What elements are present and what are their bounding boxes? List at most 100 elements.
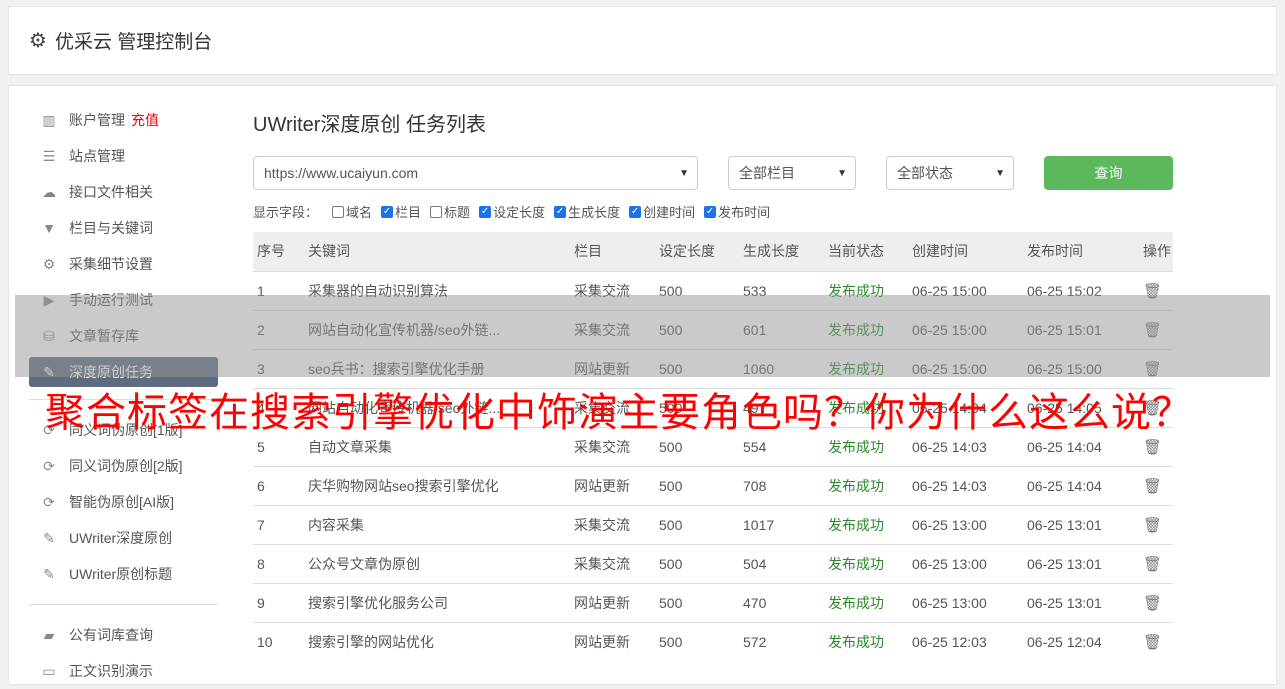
sidebar-item[interactable]: ▰ 公有词库查询 <box>29 617 218 653</box>
table-cell: 06-25 13:00 <box>908 504 1023 544</box>
column-header: 创建时间 <box>908 232 1023 271</box>
table-cell: 10 <box>253 621 304 661</box>
sidebar-item[interactable]: ⚙ 采集细节设置 <box>29 246 218 282</box>
status-select[interactable]: 全部状态 ▼ <box>886 156 1014 190</box>
table-cell: 504 <box>739 543 824 583</box>
checkbox[interactable] <box>430 205 443 218</box>
site-select-value: https://www.ucaiyun.com <box>264 165 419 181</box>
trash-icon[interactable]: 🗑 <box>1143 556 1162 573</box>
table-cell: 06-25 14:04 <box>1023 465 1139 505</box>
checkbox-label: 设定长度 <box>493 205 546 220</box>
table-cell: 发布成功 <box>824 582 908 622</box>
sidebar-item-label: UWriter原创标题 <box>69 566 173 582</box>
checkbox-label: 生成长度 <box>568 205 621 220</box>
trash-icon[interactable]: 🗑 <box>1143 595 1162 612</box>
table-row: 10 搜索引擎的网站优化 网站更新 500 572 发布成功 06-25 12:03 06-2… <box>253 621 1173 661</box>
page-title: UWriter深度原创 任务列表 <box>253 114 486 136</box>
table-cell: 500 <box>655 582 739 622</box>
trash-icon[interactable]: 🗑 <box>1143 634 1162 651</box>
delete-cell: 🗑 <box>1139 543 1173 583</box>
checkbox-label: 创建时间 <box>643 205 696 220</box>
table-row: 8 公众号文章伪原创 采集交流 500 504 发布成功 06-25 13:00 06-25 … <box>253 543 1173 583</box>
checkbox[interactable]: ✓ <box>381 205 394 218</box>
table-cell: 网站更新 <box>570 621 655 661</box>
overlay-band <box>15 295 1270 377</box>
chevron-down-icon: ▼ <box>679 167 689 179</box>
table-cell: 网站更新 <box>570 465 655 505</box>
gear-icon: ⚙ <box>29 30 47 52</box>
checkbox[interactable]: ✓ <box>479 205 492 218</box>
delete-cell: 🗑 <box>1139 621 1173 661</box>
sidebar-item[interactable]: ⟳ 智能伪原创[AI版] <box>29 484 218 520</box>
sidebar-item-label: 账户管理 <box>69 112 125 128</box>
field-checkbox[interactable]: ✓ 栏目 <box>381 202 421 221</box>
field-checkbox[interactable]: ✓ 发布时间 <box>704 202 770 221</box>
app-title: 优采云 管理控制台 <box>54 32 213 53</box>
sidebar-item[interactable]: ☰ 站点管理 <box>29 138 218 174</box>
sidebar-item[interactable]: ⟳ 同义词伪原创[2版] <box>29 448 218 484</box>
refresh-icon: ⟳ <box>43 457 55 474</box>
field-checkbox[interactable]: ✓ 生成长度 <box>554 202 620 221</box>
table-cell: 06-25 13:01 <box>1023 504 1139 544</box>
table-row: 7 内容采集 采集交流 500 1017 发布成功 06-25 13:00 06-25 13:… <box>253 504 1173 544</box>
table-cell: 500 <box>655 543 739 583</box>
sidebar-item[interactable]: ✎ UWriter深度原创 <box>29 520 218 556</box>
column-select[interactable]: 全部栏目 ▼ <box>728 156 856 190</box>
table-cell: 572 <box>739 621 824 661</box>
table-cell: 发布成功 <box>824 504 908 544</box>
site-select[interactable]: https://www.ucaiyun.com ▼ <box>253 156 698 190</box>
checkbox[interactable]: ✓ <box>704 205 717 218</box>
column-header: 发布时间 <box>1023 232 1139 271</box>
sidebar-item-label: 公有词库查询 <box>69 627 153 643</box>
table-cell: 06-25 13:00 <box>908 543 1023 583</box>
fields-label: 显示字段： <box>253 205 319 220</box>
column-select-value: 全部栏目 <box>739 165 795 181</box>
checkbox[interactable]: ✓ <box>629 205 642 218</box>
sidebar-item-label: UWriter深度原创 <box>69 530 173 546</box>
column-header: 栏目 <box>570 232 655 271</box>
sidebar-item[interactable]: ☁ 接口文件相关 <box>29 174 218 210</box>
table-cell: 470 <box>739 582 824 622</box>
table-cell: 7 <box>253 504 304 544</box>
app-header: ⚙ 优采云 管理控制台 <box>8 6 1277 75</box>
gears-icon: ⚙ <box>42 255 56 272</box>
table-cell: 搜索引擎的网站优化 <box>304 621 570 661</box>
sidebar-item[interactable]: ▼ 栏目与关键词 <box>29 210 218 246</box>
table-cell: 1017 <box>739 504 824 544</box>
field-checkbox[interactable]: ✓ 创建时间 <box>629 202 695 221</box>
column-header: 关键词 <box>304 232 570 271</box>
checkbox-label: 发布时间 <box>718 205 771 220</box>
sidebar-item[interactable]: ▥ 账户管理 充值 <box>29 102 218 138</box>
table-cell: 06-25 12:04 <box>1023 621 1139 661</box>
table-cell: 06-25 13:01 <box>1023 582 1139 622</box>
field-checkbox[interactable]: 域名 <box>332 202 372 221</box>
sidebar-item-label: 接口文件相关 <box>69 184 153 200</box>
table-cell: 06-25 14:03 <box>908 465 1023 505</box>
sidebar-item-label: 栏目与关键词 <box>69 220 153 236</box>
delete-cell: 🗑 <box>1139 504 1173 544</box>
recharge-link[interactable]: 充值 <box>131 110 159 130</box>
table-cell: 500 <box>655 465 739 505</box>
sidebar-item-label: 采集细节设置 <box>69 256 153 272</box>
query-button[interactable]: 查询 <box>1044 156 1173 190</box>
trash-icon[interactable]: 🗑 <box>1143 478 1162 495</box>
sidebar-item[interactable]: ▭ 正文识别演示 <box>29 653 218 689</box>
column-header: 当前状态 <box>824 232 908 271</box>
filter-icon: ▼ <box>42 220 56 236</box>
field-checkbox[interactable]: ✓ 设定长度 <box>479 202 545 221</box>
checkbox[interactable] <box>332 205 345 218</box>
table-cell: 发布成功 <box>824 543 908 583</box>
chevron-down-icon: ▼ <box>995 167 1005 179</box>
sidebar-item-label: 同义词伪原创[2版] <box>69 458 183 474</box>
trash-icon[interactable]: 🗑 <box>1143 439 1162 456</box>
book-icon: ▰ <box>43 626 55 643</box>
table-cell: 500 <box>655 504 739 544</box>
field-checkbox[interactable]: 标题 <box>430 202 470 221</box>
trash-icon[interactable]: 🗑 <box>1143 517 1162 534</box>
sidebar-item[interactable]: ✎ UWriter原创标题 <box>29 556 218 592</box>
checkbox[interactable]: ✓ <box>554 205 567 218</box>
table-cell: 06-25 13:01 <box>1023 543 1139 583</box>
table-row: 6 庆华购物网站seo搜索引擎优化 网站更新 500 708 发布成功 06-25 14:0… <box>253 465 1173 505</box>
column-header: 操作 <box>1139 232 1173 271</box>
status-select-value: 全部状态 <box>897 165 953 181</box>
